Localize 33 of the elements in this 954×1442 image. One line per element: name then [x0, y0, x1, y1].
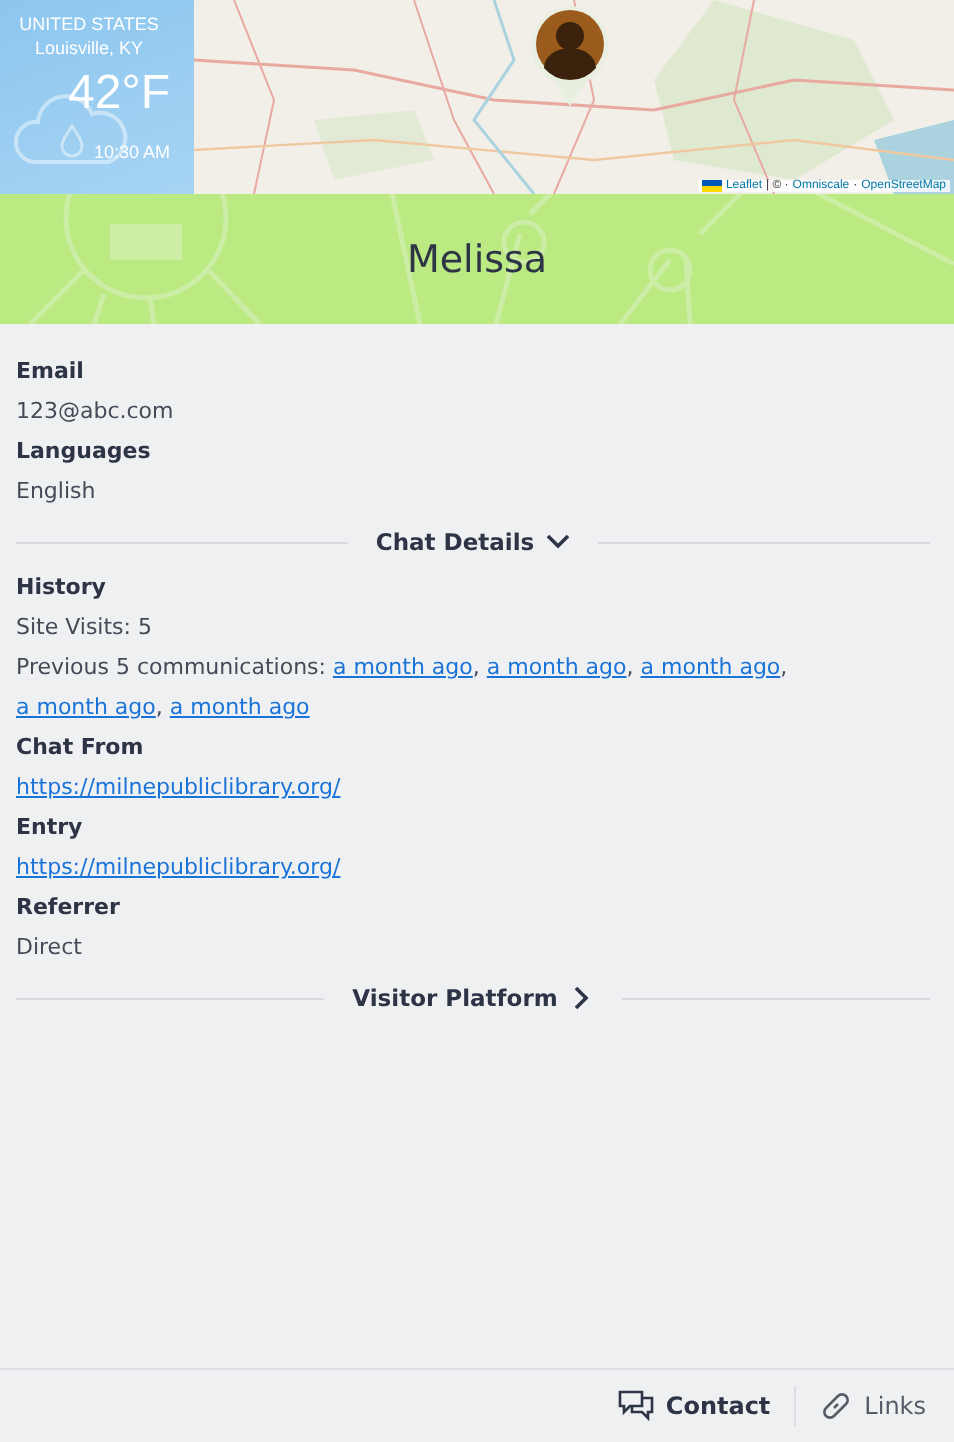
- section-toggle[interactable]: Visitor Platform: [340, 976, 606, 1020]
- communications-text: Previous 5 communications: a month ago, a month ago, a month ago, a month ago, a month ago: [16, 652, 790, 724]
- link-icon: [820, 1390, 853, 1422]
- communication-link[interactable]: a month ago: [640, 654, 781, 680]
- chat-icon: [617, 1390, 654, 1422]
- section-toggle[interactable]: Chat Details: [363, 520, 583, 564]
- flag-icon: [701, 180, 722, 192]
- chevron-right-icon: [569, 986, 594, 1010]
- url-link[interactable]: https://milnepubliclibrary.org/: [16, 848, 341, 888]
- field-label: Referrer: [16, 892, 120, 924]
- field-label: Chat From: [16, 732, 144, 764]
- url-link[interactable]: https://milnepubliclibrary.org/: [16, 768, 341, 808]
- field-label: Entry: [16, 812, 83, 844]
- communication-link[interactable]: a month ago: [486, 654, 627, 680]
- person-pin-icon: [526, 2, 614, 110]
- footer-tab[interactable]: Links: [812, 1382, 934, 1430]
- weather-city: Louisville, KY: [34, 38, 144, 58]
- chevron-down-icon: [546, 530, 571, 554]
- field-label: History: [16, 572, 106, 604]
- field-value: English: [16, 476, 96, 508]
- field-value: Direct: [16, 932, 82, 964]
- weather-country: UNITED STATES: [19, 14, 159, 34]
- temperature: 42°F: [68, 66, 170, 122]
- communication-link[interactable]: a month ago: [169, 694, 310, 720]
- weather-time: 10:30 AM: [93, 142, 170, 162]
- communication-link[interactable]: a month ago: [16, 694, 156, 720]
- field-label: Languages: [16, 436, 151, 468]
- field-value: Site Visits: 5: [16, 612, 152, 644]
- field-value: 123@abc.com: [16, 396, 174, 428]
- communication-link[interactable]: a month ago: [332, 654, 473, 680]
- field-label: Email: [16, 356, 84, 388]
- footer-tab[interactable]: Contact: [609, 1382, 779, 1430]
- visitor-name: Melissa: [406, 237, 548, 281]
